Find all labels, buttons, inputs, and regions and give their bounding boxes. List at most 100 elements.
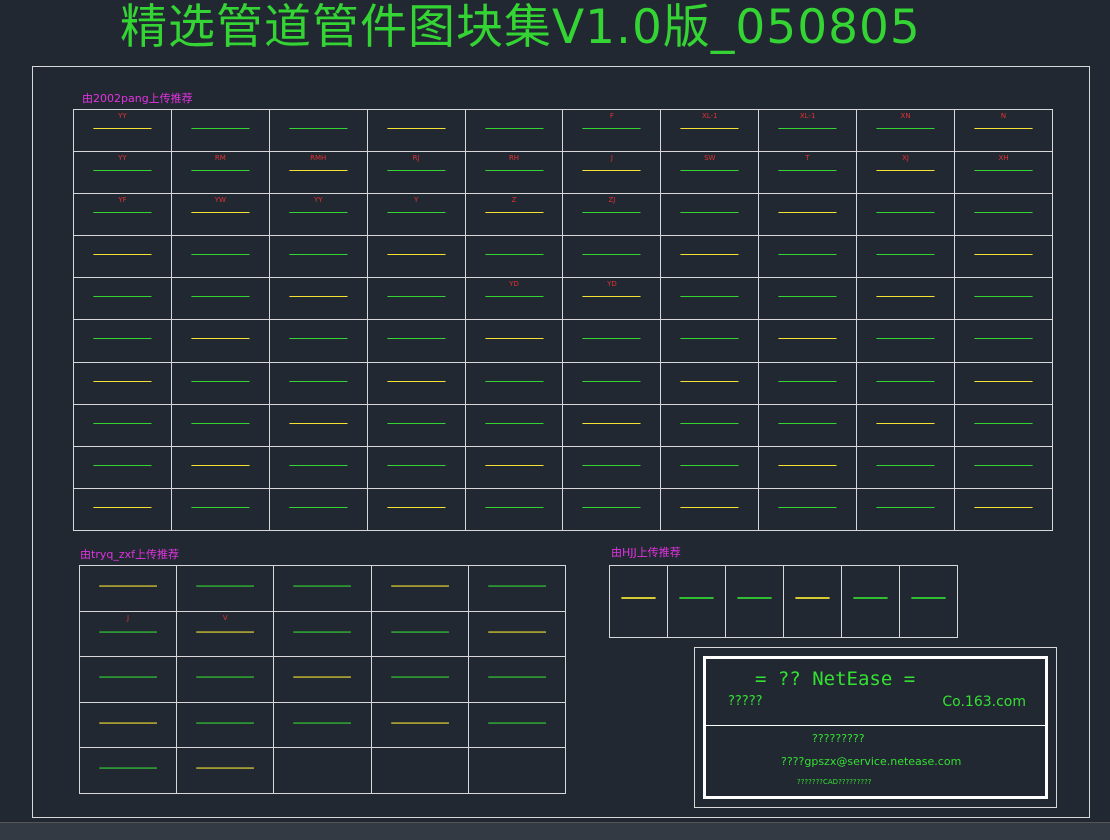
- symbol-cell-content: [956, 447, 1052, 487]
- section-title-hjj: 由HJJ上传推荐: [611, 546, 681, 559]
- symbol-cell: [667, 565, 726, 638]
- symbol-cell: [856, 193, 956, 237]
- pipe-icon: [289, 338, 348, 340]
- symbol-cell-content: [564, 321, 660, 361]
- symbol-cell: [170, 108, 270, 153]
- pipe-icon: [488, 722, 546, 724]
- symbol-cell-content: [858, 363, 954, 403]
- symbol-cell-content: [270, 489, 366, 529]
- symbol-cell-content: [74, 279, 170, 319]
- symbol-cell: [856, 403, 956, 447]
- pipe-icon: [99, 676, 157, 678]
- pipe-icon: [679, 597, 714, 599]
- symbol-cell: XL-1: [758, 108, 858, 153]
- pipe-icon: [289, 296, 348, 298]
- symbol-cell-content: ZJ: [564, 195, 660, 235]
- symbol-tag: YW: [214, 196, 226, 205]
- symbol-tag: F: [609, 112, 614, 120]
- pipe-icon: [191, 422, 250, 424]
- symbol-tag: SW: [704, 154, 716, 163]
- symbol-cell: [73, 487, 172, 532]
- pipe-icon: [390, 676, 449, 678]
- symbol-cell: [467, 610, 567, 658]
- symbol-cell: [268, 108, 368, 153]
- symbol-cell-content: [858, 447, 954, 487]
- symbol-cell-content: Y: [368, 195, 464, 235]
- pipe-icon: [488, 676, 546, 678]
- symbol-cell-content: [564, 405, 660, 445]
- pipe-icon: [484, 254, 544, 256]
- symbol-cell-content: YY: [270, 195, 366, 235]
- pipe-icon: [387, 506, 446, 508]
- symbol-cell: [660, 361, 760, 405]
- pipe-icon: [876, 380, 935, 382]
- netease-divider: [706, 725, 1045, 726]
- symbol-cell-content: [466, 489, 562, 529]
- symbol-cell-content: [956, 405, 1052, 445]
- symbol-cell: [268, 487, 368, 532]
- pipe-icon: [93, 506, 152, 508]
- symbol-cell: [954, 193, 1053, 237]
- symbol-cell: [170, 235, 270, 279]
- symbol-cell-content: RJ: [368, 153, 464, 193]
- pipe-icon: [390, 631, 449, 633]
- pipe-icon: [974, 506, 1033, 508]
- grid-hjj: [609, 565, 958, 638]
- pipe-icon: [974, 380, 1033, 382]
- pipe-icon: [390, 722, 449, 724]
- symbol-cell: [856, 319, 956, 363]
- symbol-cell: [660, 445, 760, 489]
- pipe-icon: [93, 254, 152, 256]
- symbol-cell: [370, 656, 469, 703]
- symbol-tag: YF: [118, 196, 127, 205]
- symbol-cell: [366, 361, 466, 405]
- grid-tryq: JV: [78, 565, 567, 794]
- symbol-cell-content: [368, 363, 464, 403]
- symbol-cell: [78, 701, 178, 749]
- pipe-icon: [680, 506, 739, 508]
- symbol-cell-content: [172, 363, 268, 403]
- symbol-tag: V: [222, 613, 228, 622]
- pipe-icon: [196, 767, 255, 770]
- symbol-cell: [660, 403, 760, 447]
- symbol-cell-content: [275, 703, 370, 747]
- symbol-cell: YD: [464, 277, 564, 321]
- symbol-cell: [366, 445, 466, 489]
- symbol-cell: [170, 445, 270, 489]
- symbol-cell-content: [270, 279, 366, 319]
- pipe-icon: [876, 296, 935, 298]
- symbol-cell-content: [172, 321, 268, 361]
- symbol-cell-content: [858, 279, 954, 319]
- symbol-tag: RJ: [412, 154, 420, 163]
- symbol-cell-content: [785, 567, 841, 637]
- symbol-cell-content: XL-1: [662, 111, 758, 151]
- symbol-cell: [758, 235, 858, 279]
- pipe-icon: [99, 585, 157, 587]
- netease-left-text: ?????: [728, 694, 763, 709]
- symbol-cell-content: [611, 567, 667, 637]
- symbol-tag: RM: [214, 154, 226, 163]
- pipe-icon: [876, 338, 935, 340]
- symbol-cell: [660, 487, 760, 532]
- symbol-cell-content: [466, 447, 562, 487]
- symbol-cell: YF: [73, 193, 172, 237]
- symbol-cell-content: [858, 237, 954, 277]
- pipe-icon: [582, 422, 641, 424]
- symbol-cell-content: [466, 111, 562, 151]
- section-title-tryq: 由tryq_zxf上传推荐: [80, 548, 179, 561]
- symbol-cell: RH: [464, 151, 564, 195]
- symbol-cell: [758, 277, 858, 321]
- symbol-cell: Z: [464, 193, 564, 237]
- symbol-cell: [758, 445, 858, 489]
- symbol-cell: SW: [660, 151, 760, 195]
- symbol-cell: [660, 193, 760, 237]
- symbol-cell: [268, 403, 368, 447]
- symbol-cell-content: [662, 237, 758, 277]
- symbol-cell-content: [760, 363, 856, 403]
- pipe-icon: [99, 767, 157, 770]
- symbol-cell: [176, 701, 275, 749]
- symbol-cell-content: [74, 321, 170, 361]
- pipe-icon: [387, 422, 446, 424]
- symbol-cell: [78, 565, 178, 612]
- symbol-cell-content: [858, 195, 954, 235]
